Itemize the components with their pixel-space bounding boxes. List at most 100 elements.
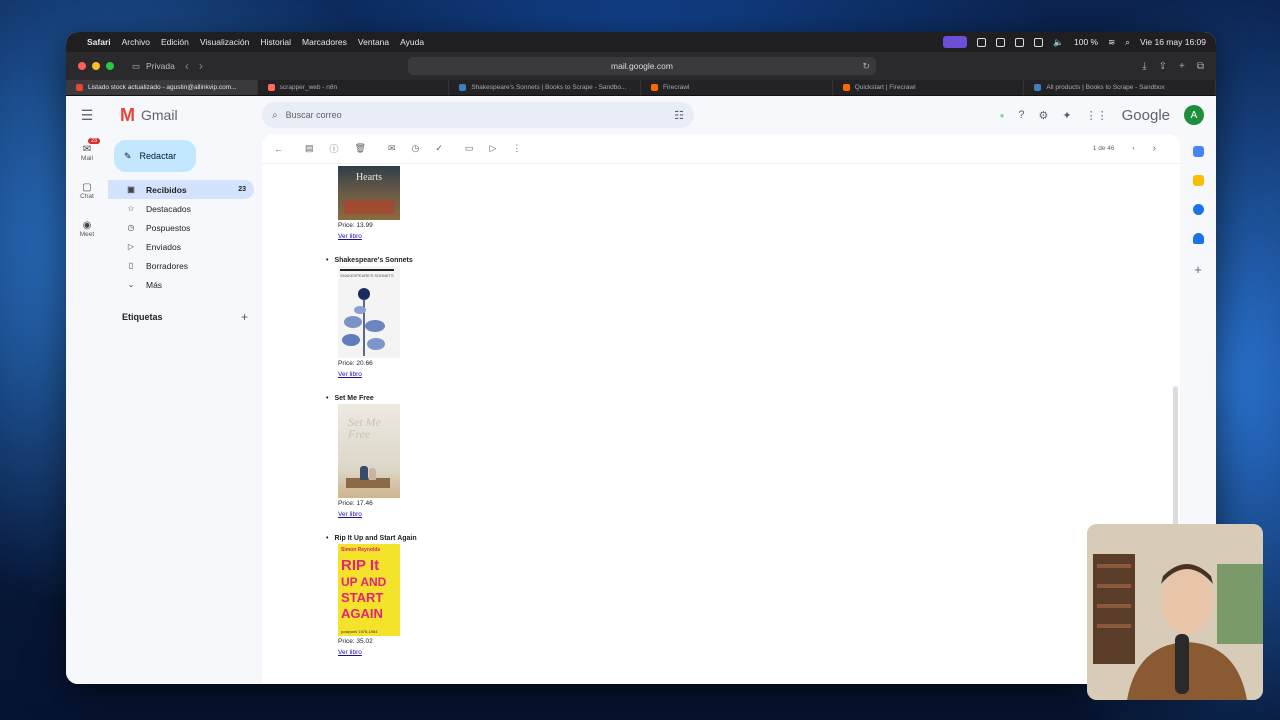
book-price: Price: 20.66 xyxy=(338,360,373,367)
keep-icon[interactable] xyxy=(1192,175,1204,186)
menu-edicion[interactable]: Edición xyxy=(161,37,189,47)
status-icon[interactable] xyxy=(996,37,1006,47)
gmail-header: ☰ M Gmail ⌕ Buscar correo ☷ ● ? ⚙ ✦ ⋮⋮ G… xyxy=(66,96,1216,134)
tab-quickstart[interactable]: Quickstart | Firecrawl xyxy=(833,80,1025,95)
menu-ventana[interactable]: Ventana xyxy=(358,37,389,47)
tab-overview-icon[interactable]: ⧉ xyxy=(1197,61,1204,72)
contacts-icon[interactable] xyxy=(1192,233,1204,244)
menu-marcadores[interactable]: Marcadores xyxy=(302,37,347,47)
tab-gmail[interactable]: Listado stock actualizado - agustin@alli… xyxy=(66,80,258,95)
help-icon[interactable]: ? xyxy=(1018,109,1024,121)
zoom-button[interactable] xyxy=(106,62,114,70)
back-icon[interactable]: ‹ xyxy=(185,59,189,73)
move-to-icon[interactable]: ▭ xyxy=(465,143,474,154)
nav-item-inbox[interactable]: ▣ Recibidos 23 xyxy=(108,180,254,199)
status-dot-icon[interactable]: ● xyxy=(1000,111,1005,120)
download-icon[interactable]: ⤓ xyxy=(1142,61,1146,72)
nav-item-starred[interactable]: ☆ Destacados xyxy=(108,199,254,218)
menu-icon[interactable]: ☰ xyxy=(66,107,108,124)
search-input[interactable]: ⌕ Buscar correo ☷ xyxy=(262,102,694,128)
share-icon[interactable]: ⇪ xyxy=(1159,61,1167,72)
email-body: Hearts Price: 13.99 Ver libro Shakespear… xyxy=(326,166,726,660)
back-arrow-icon[interactable]: ← xyxy=(274,144,283,154)
prev-page-icon[interactable]: ‹ xyxy=(1132,145,1134,152)
book-item: Rip It Up and Start Again Simon Reynolds… xyxy=(326,532,726,660)
books-favicon-icon xyxy=(1034,84,1042,91)
volume-icon[interactable]: 🔈 xyxy=(1053,37,1064,48)
scrollbar[interactable] xyxy=(1173,386,1178,526)
book-cover[interactable]: SHAKESPEARE'S SONNETS xyxy=(338,266,400,358)
nav-label: Borradores xyxy=(146,260,189,271)
add-label-icon[interactable]: + xyxy=(241,310,248,324)
add-addon-icon[interactable]: + xyxy=(1194,262,1202,277)
nav-label: Recibidos xyxy=(146,184,187,195)
status-icon[interactable] xyxy=(1034,37,1044,47)
gmail-logo[interactable]: M Gmail xyxy=(120,105,178,126)
rail-mail[interactable]: ✉ 23 Mail xyxy=(66,134,108,172)
next-page-icon[interactable]: › xyxy=(1153,143,1156,154)
minimize-button[interactable] xyxy=(92,62,100,70)
tab-books-sonnets[interactable]: Shakespeare's Sonnets | Books to Scrape … xyxy=(449,80,642,95)
archive-icon[interactable]: ▤ xyxy=(305,143,314,154)
book-cover[interactable]: Hearts xyxy=(338,166,400,220)
cover-author: Simon Reynolds xyxy=(341,547,381,553)
cover-text: AGAIN xyxy=(341,606,383,621)
calendar-icon[interactable] xyxy=(1192,146,1204,157)
tab-firecrawl[interactable]: Firecrawl xyxy=(641,80,833,95)
label-icon[interactable]: ▷ xyxy=(489,143,496,154)
add-task-icon[interactable]: ✓ xyxy=(435,143,443,154)
clock-label[interactable]: Vie 16 may 16:09 xyxy=(1140,37,1206,47)
forward-icon[interactable]: › xyxy=(199,59,203,73)
book-link[interactable]: Ver libro xyxy=(338,510,726,522)
menu-visualizacion[interactable]: Visualización xyxy=(200,37,249,47)
reload-icon[interactable]: ↻ xyxy=(862,61,870,72)
star-icon: ☆ xyxy=(127,204,135,213)
settings-icon[interactable]: ⚙ xyxy=(1039,109,1049,122)
address-bar[interactable]: mail.google.com ↻ xyxy=(408,57,876,75)
delete-icon[interactable]: 🗑 xyxy=(355,143,366,154)
rail-chat[interactable]: ▢ Chat xyxy=(66,172,108,210)
screen-record-icon[interactable] xyxy=(943,36,968,48)
search-icon[interactable]: ⌕ xyxy=(272,110,278,121)
nav-item-more[interactable]: ⌄ Más xyxy=(108,275,254,294)
private-label: Privada xyxy=(146,61,175,71)
pencil-icon: ✎ xyxy=(124,150,132,161)
gemini-icon[interactable]: ✦ xyxy=(1062,109,1071,122)
menu-historial[interactable]: Historial xyxy=(260,37,291,47)
more-vert-icon[interactable]: ⋮ xyxy=(512,143,521,154)
book-link[interactable]: Ver libro xyxy=(338,370,726,382)
rail-meet[interactable]: ◉ Meet xyxy=(66,210,108,248)
book-link[interactable]: Ver libro xyxy=(338,648,726,660)
new-tab-icon[interactable]: + xyxy=(1179,61,1185,72)
mark-unread-icon[interactable]: ✉ xyxy=(388,143,396,154)
menu-archivo[interactable]: Archivo xyxy=(122,37,150,47)
book-cover[interactable]: Set Me Free xyxy=(338,404,400,498)
menu-app-name[interactable]: Safari xyxy=(87,37,111,47)
nav-item-snoozed[interactable]: ◷ Pospuestos xyxy=(108,218,254,237)
apps-grid-icon[interactable]: ⋮⋮ xyxy=(1086,109,1108,122)
status-icon[interactable] xyxy=(977,37,987,47)
google-logo[interactable]: Google xyxy=(1122,107,1170,124)
spotlight-icon[interactable]: ⌕ xyxy=(1125,37,1130,48)
status-icon[interactable] xyxy=(1015,37,1025,47)
battery-label[interactable]: 100 % xyxy=(1074,37,1098,47)
gmail-favicon-icon xyxy=(76,84,83,91)
wifi-icon[interactable]: ≋ xyxy=(1108,37,1115,48)
nav-item-sent[interactable]: ▷ Enviados xyxy=(108,237,254,256)
book-title: Rip It Up and Start Again xyxy=(326,532,726,544)
nav-item-drafts[interactable]: ▯ Borradores xyxy=(108,256,254,275)
report-spam-icon[interactable]: ⓘ xyxy=(330,142,339,155)
close-button[interactable] xyxy=(78,62,86,70)
snooze-icon[interactable]: ◷ xyxy=(412,143,420,154)
book-link[interactable]: Ver libro xyxy=(338,232,726,244)
tasks-icon[interactable] xyxy=(1192,204,1204,215)
tab-n8n[interactable]: scrapper_web - n8n xyxy=(258,80,450,95)
sidebar-toggle-icon[interactable]: ▭ xyxy=(132,61,140,72)
tab-all-products[interactable]: All products | Books to Scrape - Sandbox xyxy=(1024,80,1216,95)
avatar[interactable]: A xyxy=(1184,105,1204,125)
webcam-video xyxy=(1087,524,1263,700)
book-cover[interactable]: Simon Reynolds RIP It UP AND START AGAIN… xyxy=(338,544,400,636)
compose-button[interactable]: ✎ Redactar xyxy=(114,140,196,172)
search-options-icon[interactable]: ☷ xyxy=(674,109,684,122)
menu-ayuda[interactable]: Ayuda xyxy=(400,37,424,47)
